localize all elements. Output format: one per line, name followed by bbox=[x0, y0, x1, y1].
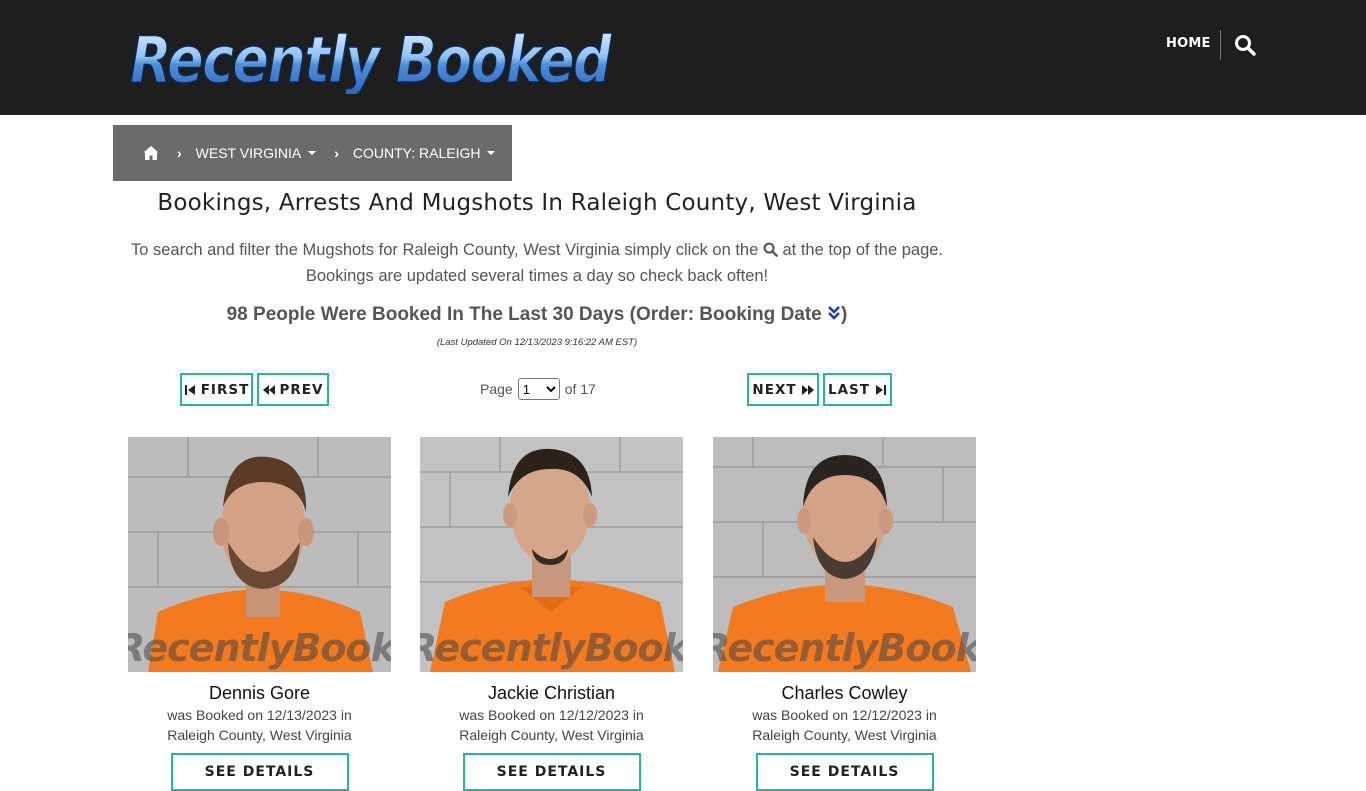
caret-down-icon bbox=[308, 151, 317, 155]
nav-home-link[interactable]: HOME bbox=[1166, 36, 1211, 51]
step-backward-icon bbox=[184, 384, 195, 395]
mugshot-photo[interactable]: RecentlyBooked.com bbox=[713, 437, 976, 672]
backward-icon bbox=[262, 384, 275, 395]
breadcrumb-county-label: COUNTY: RALEIGH bbox=[352, 145, 481, 161]
prev-page-label: PREV bbox=[279, 381, 324, 398]
booking-date: was Booked on 12/13/2023 in bbox=[167, 707, 352, 723]
forward-icon bbox=[801, 384, 814, 395]
booking-count: 98 People Were Booked In The Last 30 Day… bbox=[113, 304, 961, 326]
page-title: Bookings, Arrests And Mugshots In Raleig… bbox=[157, 190, 917, 216]
next-page-label: NEXT bbox=[752, 381, 797, 398]
nav-divider bbox=[1220, 30, 1221, 60]
breadcrumb-separator: › bbox=[334, 145, 339, 161]
intro-text-part1: To search and filter the Mugshots for Ra… bbox=[130, 241, 759, 259]
booking-card[interactable]: RecentlyBooked.com Charles Cowley was Bo… bbox=[713, 437, 976, 791]
breadcrumb-state-dropdown[interactable]: WEST VIRGINIA bbox=[196, 145, 317, 161]
booking-info: was Booked on 12/12/2023 in Raleigh Coun… bbox=[713, 705, 976, 745]
logo-text: Recently Booked bbox=[130, 24, 613, 94]
booking-count-text: 98 People Were Booked In The Last 30 Day… bbox=[226, 304, 822, 325]
intro-text: To search and filter the Mugshots for Ra… bbox=[113, 237, 961, 289]
see-details-button[interactable]: SEE DETAILS bbox=[462, 753, 641, 791]
page-selector: Page 1 of 17 bbox=[480, 377, 596, 401]
home-icon[interactable] bbox=[143, 145, 159, 161]
step-forward-icon bbox=[875, 384, 886, 395]
last-page-label: LAST bbox=[828, 381, 870, 398]
breadcrumb-state-label: WEST VIRGINIA bbox=[195, 145, 302, 161]
breadcrumb: › WEST VIRGINIA › COUNTY: RALEIGH bbox=[113, 125, 512, 181]
caret-down-icon bbox=[487, 151, 496, 155]
last-page-button[interactable]: LAST bbox=[823, 373, 892, 406]
booking-info: was Booked on 12/12/2023 in Raleigh Coun… bbox=[420, 705, 683, 745]
booking-card[interactable]: RecentlyBooked.com Jackie Christian was … bbox=[420, 437, 683, 791]
page-label: Page bbox=[480, 381, 513, 397]
intro-text-part2: at the top of the page. bbox=[782, 241, 944, 259]
booking-date: was Booked on 12/12/2023 in bbox=[459, 707, 644, 723]
site-header: Recently Booked HOME bbox=[0, 0, 1366, 115]
watermark: RecentlyBooked.com bbox=[128, 626, 391, 670]
breadcrumb-separator: › bbox=[177, 145, 182, 161]
booking-card[interactable]: RecentlyBooked.com Dennis Gore was Booke… bbox=[128, 437, 391, 791]
see-details-button[interactable]: SEE DETAILS bbox=[755, 753, 934, 791]
breadcrumb-county-dropdown[interactable]: COUNTY: RALEIGH bbox=[353, 145, 496, 161]
person-name[interactable]: Charles Cowley bbox=[713, 683, 976, 704]
site-logo[interactable]: Recently Booked bbox=[124, 18, 624, 94]
intro-text-line2: Bookings are updated several times a day… bbox=[305, 267, 769, 285]
booking-location: Raleigh County, West Virginia bbox=[167, 727, 352, 743]
search-icon[interactable] bbox=[1234, 34, 1256, 56]
booking-count-close: ) bbox=[841, 304, 848, 325]
search-icon bbox=[763, 242, 778, 257]
mugshot-photo[interactable]: RecentlyBooked.com bbox=[420, 437, 683, 672]
first-page-label: FIRST bbox=[200, 381, 250, 398]
page-total: of 17 bbox=[564, 381, 596, 397]
watermark: RecentlyBooked.com bbox=[713, 626, 976, 670]
see-details-button[interactable]: SEE DETAILS bbox=[170, 753, 349, 791]
mugshot-photo[interactable]: RecentlyBooked.com bbox=[128, 437, 391, 672]
booking-date: was Booked on 12/12/2023 in bbox=[752, 707, 937, 723]
last-updated: (Last Updated On 12/13/2023 9:16:22 AM E… bbox=[436, 337, 638, 348]
page-select[interactable]: 1 bbox=[517, 378, 560, 400]
booking-info: was Booked on 12/13/2023 in Raleigh Coun… bbox=[128, 705, 391, 745]
watermark: RecentlyBooked.com bbox=[420, 626, 683, 670]
booking-location: Raleigh County, West Virginia bbox=[752, 727, 937, 743]
first-page-button[interactable]: FIRST bbox=[180, 373, 253, 406]
person-name[interactable]: Dennis Gore bbox=[128, 683, 391, 704]
booking-location: Raleigh County, West Virginia bbox=[459, 727, 644, 743]
person-name[interactable]: Jackie Christian bbox=[420, 683, 683, 704]
next-page-button[interactable]: NEXT bbox=[747, 373, 819, 406]
double-chevron-down-icon[interactable] bbox=[827, 305, 841, 321]
prev-page-button[interactable]: PREV bbox=[257, 373, 329, 406]
